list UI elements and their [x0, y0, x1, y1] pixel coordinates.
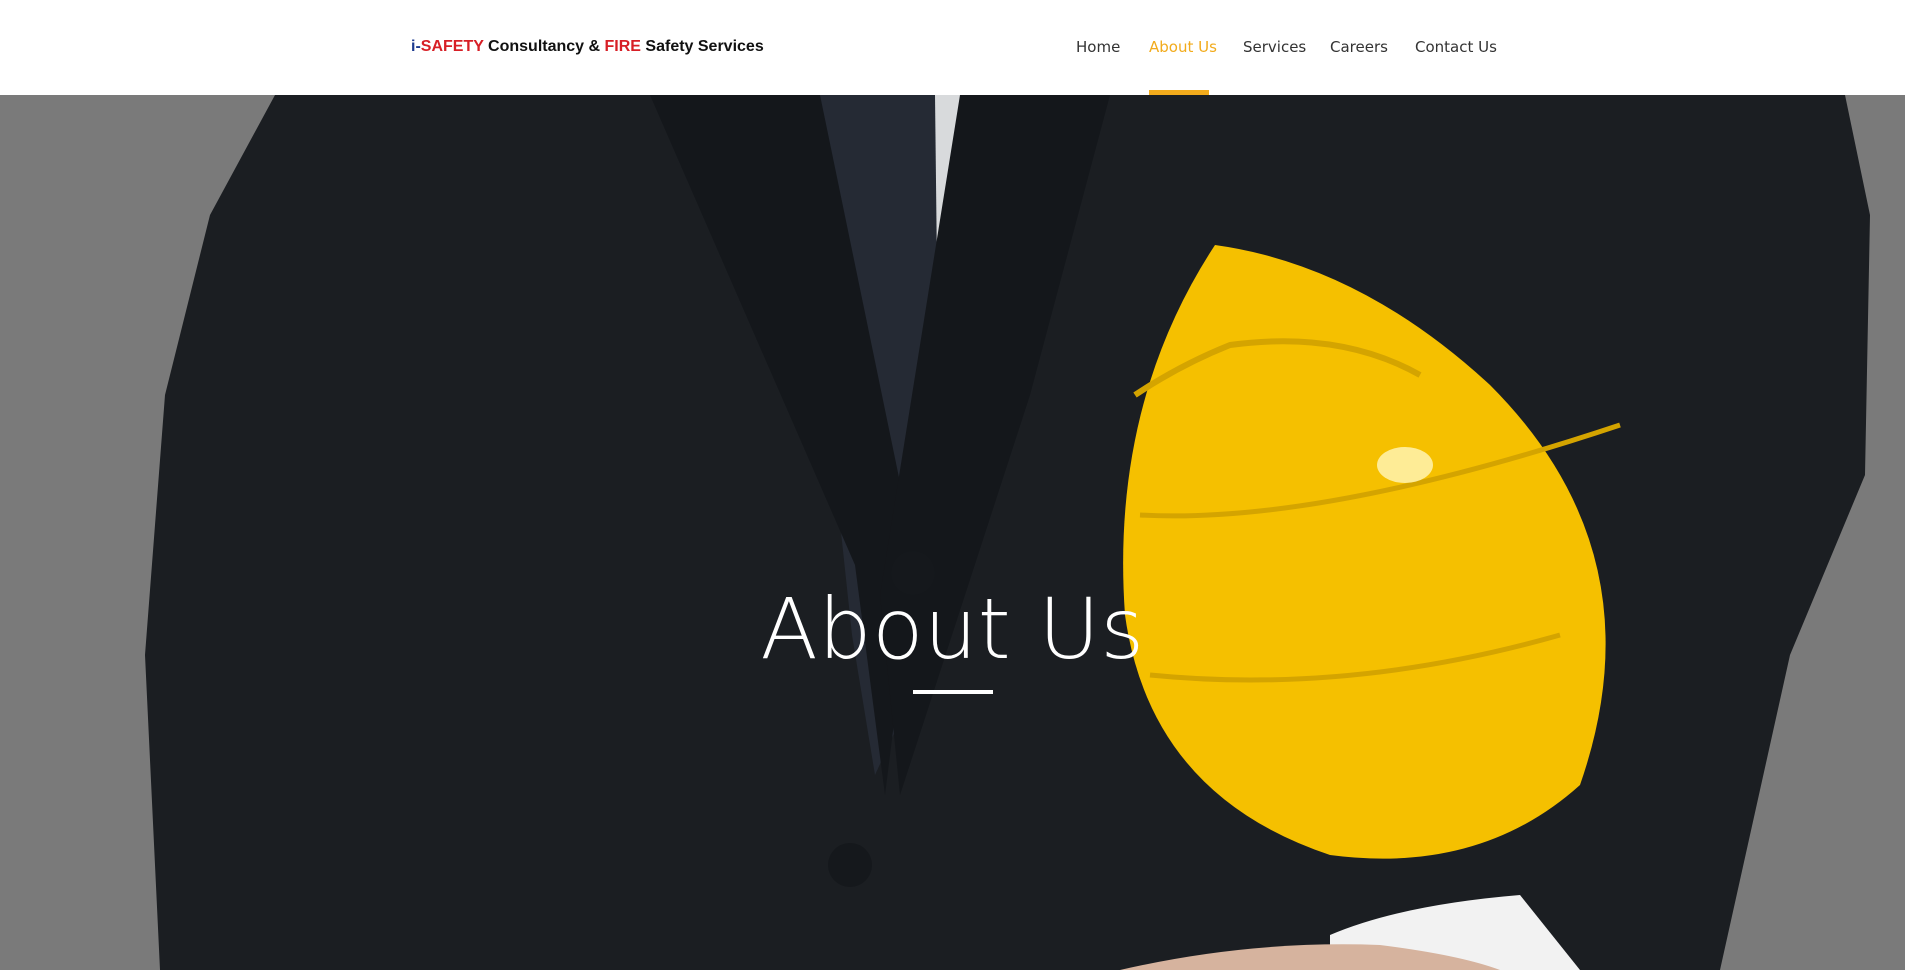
site-header: i-SAFETY Consultancy & FIRE Safety Servi…	[0, 0, 1905, 95]
title-underline	[913, 690, 993, 694]
logo-safety: SAFETY	[420, 38, 484, 55]
nav-contact-us[interactable]: Contact Us	[1415, 38, 1497, 56]
nav-about-us[interactable]: About Us	[1149, 38, 1217, 56]
hero-banner: About Us	[0, 95, 1905, 970]
logo-fire: FIRE	[604, 38, 641, 55]
nav-careers[interactable]: Careers	[1330, 38, 1388, 56]
logo-suffix: Safety Services	[640, 38, 764, 55]
logo-prefix: i-	[411, 38, 421, 55]
logo-middle: Consultancy &	[483, 38, 605, 55]
nav-services[interactable]: Services	[1243, 38, 1306, 56]
nav-home[interactable]: Home	[1076, 38, 1120, 56]
site-logo[interactable]: i-SAFETY Consultancy & FIRE Safety Servi…	[411, 38, 764, 56]
page-title: About Us	[760, 580, 1145, 678]
hero-image	[0, 95, 1905, 970]
active-nav-indicator	[1149, 90, 1209, 95]
